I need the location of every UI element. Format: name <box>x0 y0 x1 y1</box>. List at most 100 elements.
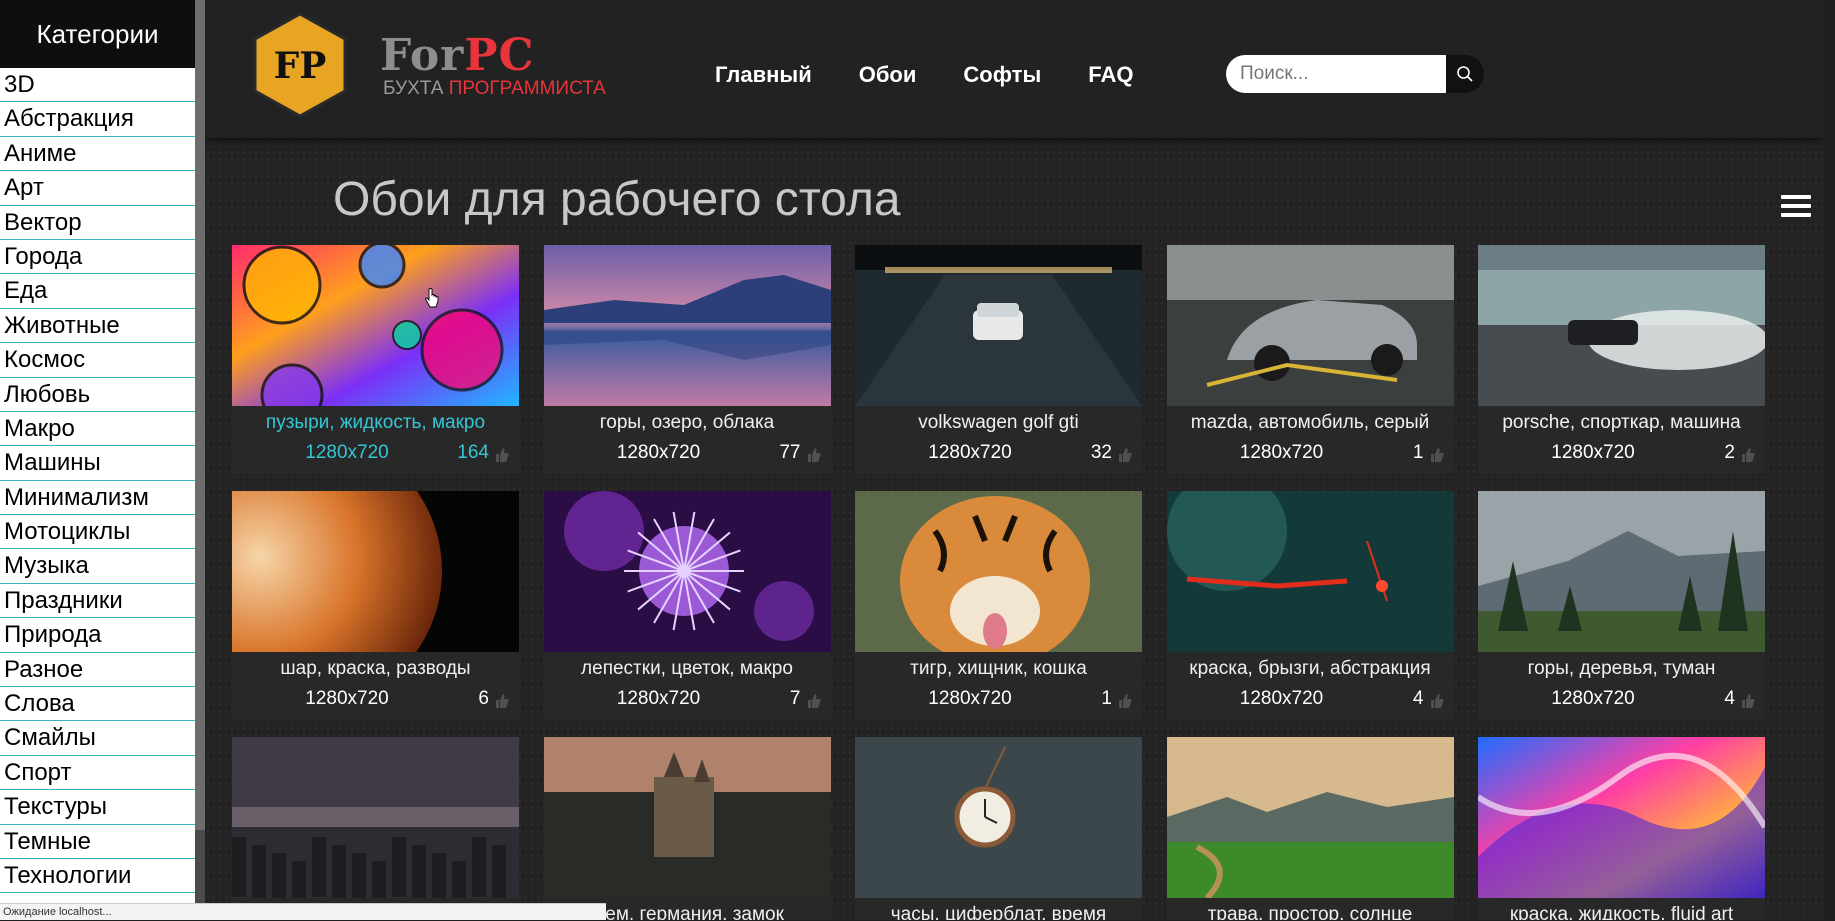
wallpaper-tags[interactable]: шар, краска, разводы <box>232 658 519 680</box>
wallpaper-tags[interactable]: краска, жидкость, fluid art <box>1478 904 1765 920</box>
wallpaper-thumbnail[interactable] <box>1166 737 1454 898</box>
thumbs-up-icon[interactable] <box>807 447 821 463</box>
sidebar-item-category[interactable]: Минимализм <box>0 480 195 516</box>
wallpaper-card[interactable]: шем, германия, замок <box>543 737 831 920</box>
search-button[interactable] <box>1446 55 1484 93</box>
wallpaper-thumbnail[interactable] <box>543 491 831 652</box>
wallpaper-thumbnail[interactable] <box>1166 245 1454 406</box>
thumbs-up-icon[interactable] <box>1118 447 1132 463</box>
thumbs-up-icon[interactable] <box>495 447 509 463</box>
wallpaper-thumbnail[interactable] <box>1478 491 1765 652</box>
thumbs-up-icon[interactable] <box>1430 693 1444 709</box>
wallpaper-thumbnail[interactable] <box>855 491 1142 652</box>
sidebar-item-category[interactable]: Смайлы <box>0 721 195 756</box>
thumbs-up-icon[interactable] <box>1741 693 1755 709</box>
wallpaper-card[interactable]: горы, озеро, облака 1280x720 77 <box>543 245 831 474</box>
wallpaper-thumbnail[interactable] <box>855 737 1142 898</box>
wallpaper-resolution: 1280x720 <box>1551 688 1635 709</box>
wallpaper-thumbnail[interactable] <box>232 737 519 898</box>
thumbs-up-icon[interactable] <box>1741 447 1755 463</box>
hamburger-menu-icon[interactable] <box>1781 195 1811 221</box>
wallpaper-tags[interactable]: лепестки, цветок, макро <box>544 658 831 680</box>
wallpaper-tags[interactable]: volkswagen golf gti <box>855 412 1142 434</box>
thumbs-up-icon[interactable] <box>495 693 509 709</box>
wallpaper-card[interactable]: porsche, спорткар, машина 1280x720 2 <box>1478 245 1765 474</box>
sidebar-item-category[interactable]: Макро <box>0 411 195 447</box>
page-title: Обои для рабочего стола <box>333 173 901 226</box>
nav-home[interactable]: Главный <box>715 62 812 88</box>
wallpaper-card[interactable]: краска, брызги, абстракция 1280x720 4 <box>1166 491 1454 720</box>
wallpaper-tags[interactable]: трава, простор, солнце <box>1167 904 1454 920</box>
nav-wallpapers[interactable]: Обои <box>859 62 917 88</box>
sidebar-item-category[interactable]: Текстуры <box>0 790 195 825</box>
sidebar-item-category[interactable]: Космос <box>0 343 195 378</box>
sidebar-item-category[interactable]: Абстракция <box>0 102 195 137</box>
main-nav: Главный Обои Софты FAQ <box>715 62 1133 88</box>
sidebar-item-category[interactable]: Слова <box>0 687 195 722</box>
sidebar-item-category[interactable]: 3D <box>0 68 195 103</box>
wallpaper-thumbnail[interactable] <box>855 245 1142 406</box>
sidebar-item-category[interactable]: Города <box>0 239 195 275</box>
sidebar-item-category[interactable]: Разное <box>0 652 195 688</box>
wallpaper-card[interactable]: краска, жидкость, fluid art <box>1478 737 1765 920</box>
wallpaper-card[interactable]: трава, простор, солнце <box>1166 737 1454 920</box>
wallpaper-tags[interactable]: горы, деревья, туман <box>1478 658 1765 680</box>
site-logo[interactable]: FP ForPC БУХТА ПРОГРАММИСТА <box>245 10 606 120</box>
wallpaper-resolution: 1280x720 <box>305 688 389 709</box>
logo-hexagon-icon: FP <box>253 12 347 118</box>
wallpaper-card[interactable]: mazda, автомобиль, серый 1280x720 1 <box>1166 245 1454 474</box>
thumbs-up-icon[interactable] <box>1430 447 1444 463</box>
sidebar-item-category[interactable]: Арт <box>0 171 195 206</box>
like-count: 164 <box>457 442 489 463</box>
sidebar-item-category[interactable]: Еда <box>0 274 195 309</box>
like-count: 4 <box>1724 688 1735 709</box>
thumbs-up-icon[interactable] <box>807 693 821 709</box>
wallpaper-card[interactable]: тигр, хищник, кошка 1280x720 1 <box>855 491 1142 720</box>
wallpaper-thumbnail[interactable] <box>543 737 831 898</box>
wallpaper-meta: 1280x720 2 <box>1478 439 1765 469</box>
wallpaper-thumbnail[interactable] <box>232 491 519 652</box>
wallpaper-card[interactable]: шар, краска, разводы 1280x720 6 <box>232 491 519 720</box>
wallpaper-tags[interactable]: porsche, спорткар, машина <box>1478 412 1765 434</box>
sidebar-item-category[interactable]: Технологии <box>0 858 195 894</box>
sidebar-item-category[interactable]: Вектор <box>0 205 195 240</box>
wallpaper-card[interactable]: горы, деревья, туман 1280x720 4 <box>1478 491 1765 720</box>
sidebar-item-category[interactable]: Любовь <box>0 377 195 412</box>
wallpaper-thumbnail[interactable] <box>232 245 519 406</box>
wallpaper-meta: 1280x720 1 <box>1167 439 1454 469</box>
wallpaper-tags[interactable]: горы, озеро, облака <box>544 412 831 434</box>
wallpaper-tags[interactable]: краска, брызги, абстракция <box>1167 658 1454 680</box>
sidebar-item-category[interactable]: Животные <box>0 308 195 344</box>
wallpaper-card[interactable]: пузыри, жидкость, макро 1280x720 164 <box>232 245 519 474</box>
sidebar-item-category[interactable]: Природа <box>0 618 195 653</box>
wallpaper-card[interactable]: volkswagen golf gti 1280x720 32 <box>855 245 1142 474</box>
wallpaper-thumbnail[interactable] <box>1166 491 1454 652</box>
thumbs-up-icon[interactable] <box>1118 693 1132 709</box>
sidebar-scrollbar-thumb[interactable] <box>195 0 205 830</box>
wallpaper-thumbnail[interactable] <box>543 245 831 406</box>
sidebar-item-category[interactable]: Музыка <box>0 549 195 584</box>
like-count: 7 <box>789 688 801 709</box>
wallpaper-card[interactable]: лепестки, цветок, макро 1280x720 7 <box>543 491 831 720</box>
wallpaper-meta: 1280x720 7 <box>544 685 831 715</box>
wallpaper-tags[interactable]: mazda, автомобиль, серый <box>1167 412 1454 434</box>
wallpaper-resolution: 1280x720 <box>616 688 701 709</box>
wallpaper-thumbnail[interactable] <box>1478 737 1765 898</box>
sidebar-item-category[interactable]: Праздники <box>0 583 195 619</box>
wallpaper-resolution: 1280x720 <box>1551 442 1635 463</box>
sidebar-item-category[interactable]: Темные <box>0 824 195 859</box>
nav-faq[interactable]: FAQ <box>1088 62 1133 88</box>
wallpaper-card[interactable]: часы, циферблат, время <box>855 737 1142 920</box>
sidebar-item-category[interactable]: Мотоциклы <box>0 515 195 550</box>
wallpaper-card[interactable] <box>232 737 519 920</box>
wallpaper-tags[interactable]: часы, циферблат, время <box>855 904 1142 920</box>
sidebar-item-category[interactable]: Спорт <box>0 755 195 791</box>
sidebar-item-category[interactable]: Машины <box>0 446 195 481</box>
search-input[interactable] <box>1226 55 1446 93</box>
nav-software[interactable]: Софты <box>963 62 1041 88</box>
sidebar-item-category[interactable]: Аниме <box>0 136 195 172</box>
wallpaper-meta: 1280x720 32 <box>855 439 1142 469</box>
wallpaper-tags[interactable]: тигр, хищник, кошка <box>855 658 1142 680</box>
wallpaper-tags[interactable]: пузыри, жидкость, макро <box>232 412 519 434</box>
wallpaper-thumbnail[interactable] <box>1478 245 1765 406</box>
